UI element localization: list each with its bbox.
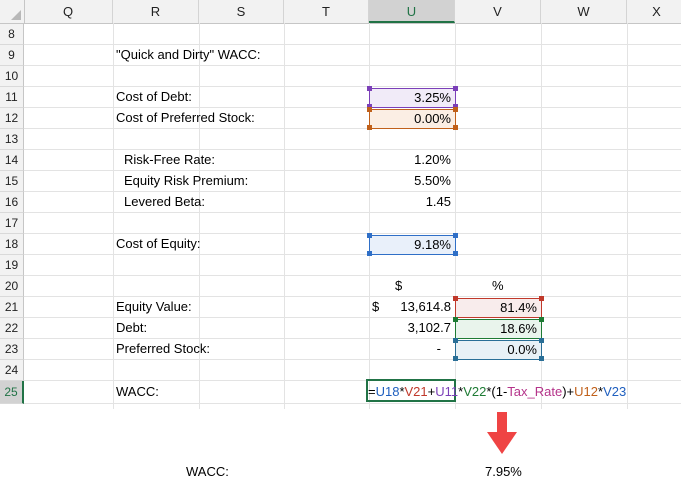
wacc-result-label: WACC: (186, 464, 229, 479)
row-header-11[interactable]: 11 (0, 87, 24, 108)
debt-label[interactable]: Debt: (116, 318, 147, 338)
wacc-section-title[interactable]: "Quick and Dirty" WACC: (116, 45, 261, 65)
row-header-8[interactable]: 8 (0, 24, 24, 45)
row-header-9[interactable]: 9 (0, 45, 24, 66)
levered-beta-value[interactable]: 1.45 (369, 192, 451, 212)
column-header-x[interactable]: X (627, 0, 681, 23)
cost-of-preferred-label[interactable]: Cost of Preferred Stock: (116, 108, 255, 128)
wacc-result-value: 7.95% (485, 464, 522, 479)
wacc-row-label[interactable]: WACC: (116, 382, 159, 402)
select-all-corner[interactable] (0, 0, 25, 23)
equity-value-label[interactable]: Equity Value: (116, 297, 192, 317)
percent-column-header[interactable]: % (492, 276, 504, 296)
row-header-20[interactable]: 20 (0, 276, 24, 297)
column-header-u[interactable]: U (369, 0, 455, 23)
preferred-weight-cell[interactable]: 0.0% (455, 340, 542, 360)
column-header-w[interactable]: W (541, 0, 627, 23)
row-header-19[interactable]: 19 (0, 255, 24, 276)
preferred-stock-amount[interactable]: - (369, 339, 441, 359)
levered-beta-label[interactable]: Levered Beta: (124, 192, 205, 212)
row-header-15[interactable]: 15 (0, 171, 24, 192)
column-header-s[interactable]: S (199, 0, 284, 23)
cost-of-equity-cell[interactable]: 9.18% (369, 235, 456, 255)
row-header-12[interactable]: 12 (0, 108, 24, 129)
row-header-14[interactable]: 14 (0, 150, 24, 171)
column-header-v[interactable]: V (455, 0, 541, 23)
equity-risk-premium-value[interactable]: 5.50% (369, 171, 451, 191)
cost-of-equity-label[interactable]: Cost of Equity: (116, 234, 201, 254)
risk-free-rate-value[interactable]: 1.20% (369, 150, 451, 170)
cost-of-preferred-cell[interactable]: 0.00% (369, 109, 456, 129)
debt-amount[interactable]: 3,102.7 (369, 318, 451, 338)
column-header-t[interactable]: T (284, 0, 369, 23)
spreadsheet-grid: Q R S T U V W X 8 9 10 11 12 13 14 15 16… (0, 0, 681, 409)
column-header-r[interactable]: R (113, 0, 199, 23)
row-header-18[interactable]: 18 (0, 234, 24, 255)
row-header-10[interactable]: 10 (0, 66, 24, 87)
row-header-22[interactable]: 22 (0, 318, 24, 339)
equity-weight-cell[interactable]: 81.4% (455, 298, 542, 318)
column-header-q[interactable]: Q (24, 0, 113, 23)
row-header-16[interactable]: 16 (0, 192, 24, 213)
preferred-stock-label[interactable]: Preferred Stock: (116, 339, 210, 359)
row-header-23[interactable]: 23 (0, 339, 24, 360)
row-header-24[interactable]: 24 (0, 360, 24, 381)
row-header-13[interactable]: 13 (0, 129, 24, 150)
row-header-25[interactable]: 25 (0, 381, 24, 404)
wacc-formula-editor[interactable]: =U18*V21+U11*V22*(1-Tax_Rate)+U12*V23 (368, 381, 626, 403)
row-header-17[interactable]: 17 (0, 213, 24, 234)
debt-weight-cell[interactable]: 18.6% (455, 319, 542, 339)
dollar-column-header[interactable]: $ (395, 276, 402, 296)
cost-of-debt-cell[interactable]: 3.25% (369, 88, 456, 108)
equity-risk-premium-label[interactable]: Equity Risk Premium: (124, 171, 248, 191)
risk-free-rate-label[interactable]: Risk-Free Rate: (124, 150, 215, 170)
cost-of-debt-label[interactable]: Cost of Debt: (116, 87, 192, 107)
row-header-21[interactable]: 21 (0, 297, 24, 318)
equity-value-amount[interactable]: 13,614.8 (369, 297, 451, 317)
down-arrow-icon (487, 412, 517, 454)
